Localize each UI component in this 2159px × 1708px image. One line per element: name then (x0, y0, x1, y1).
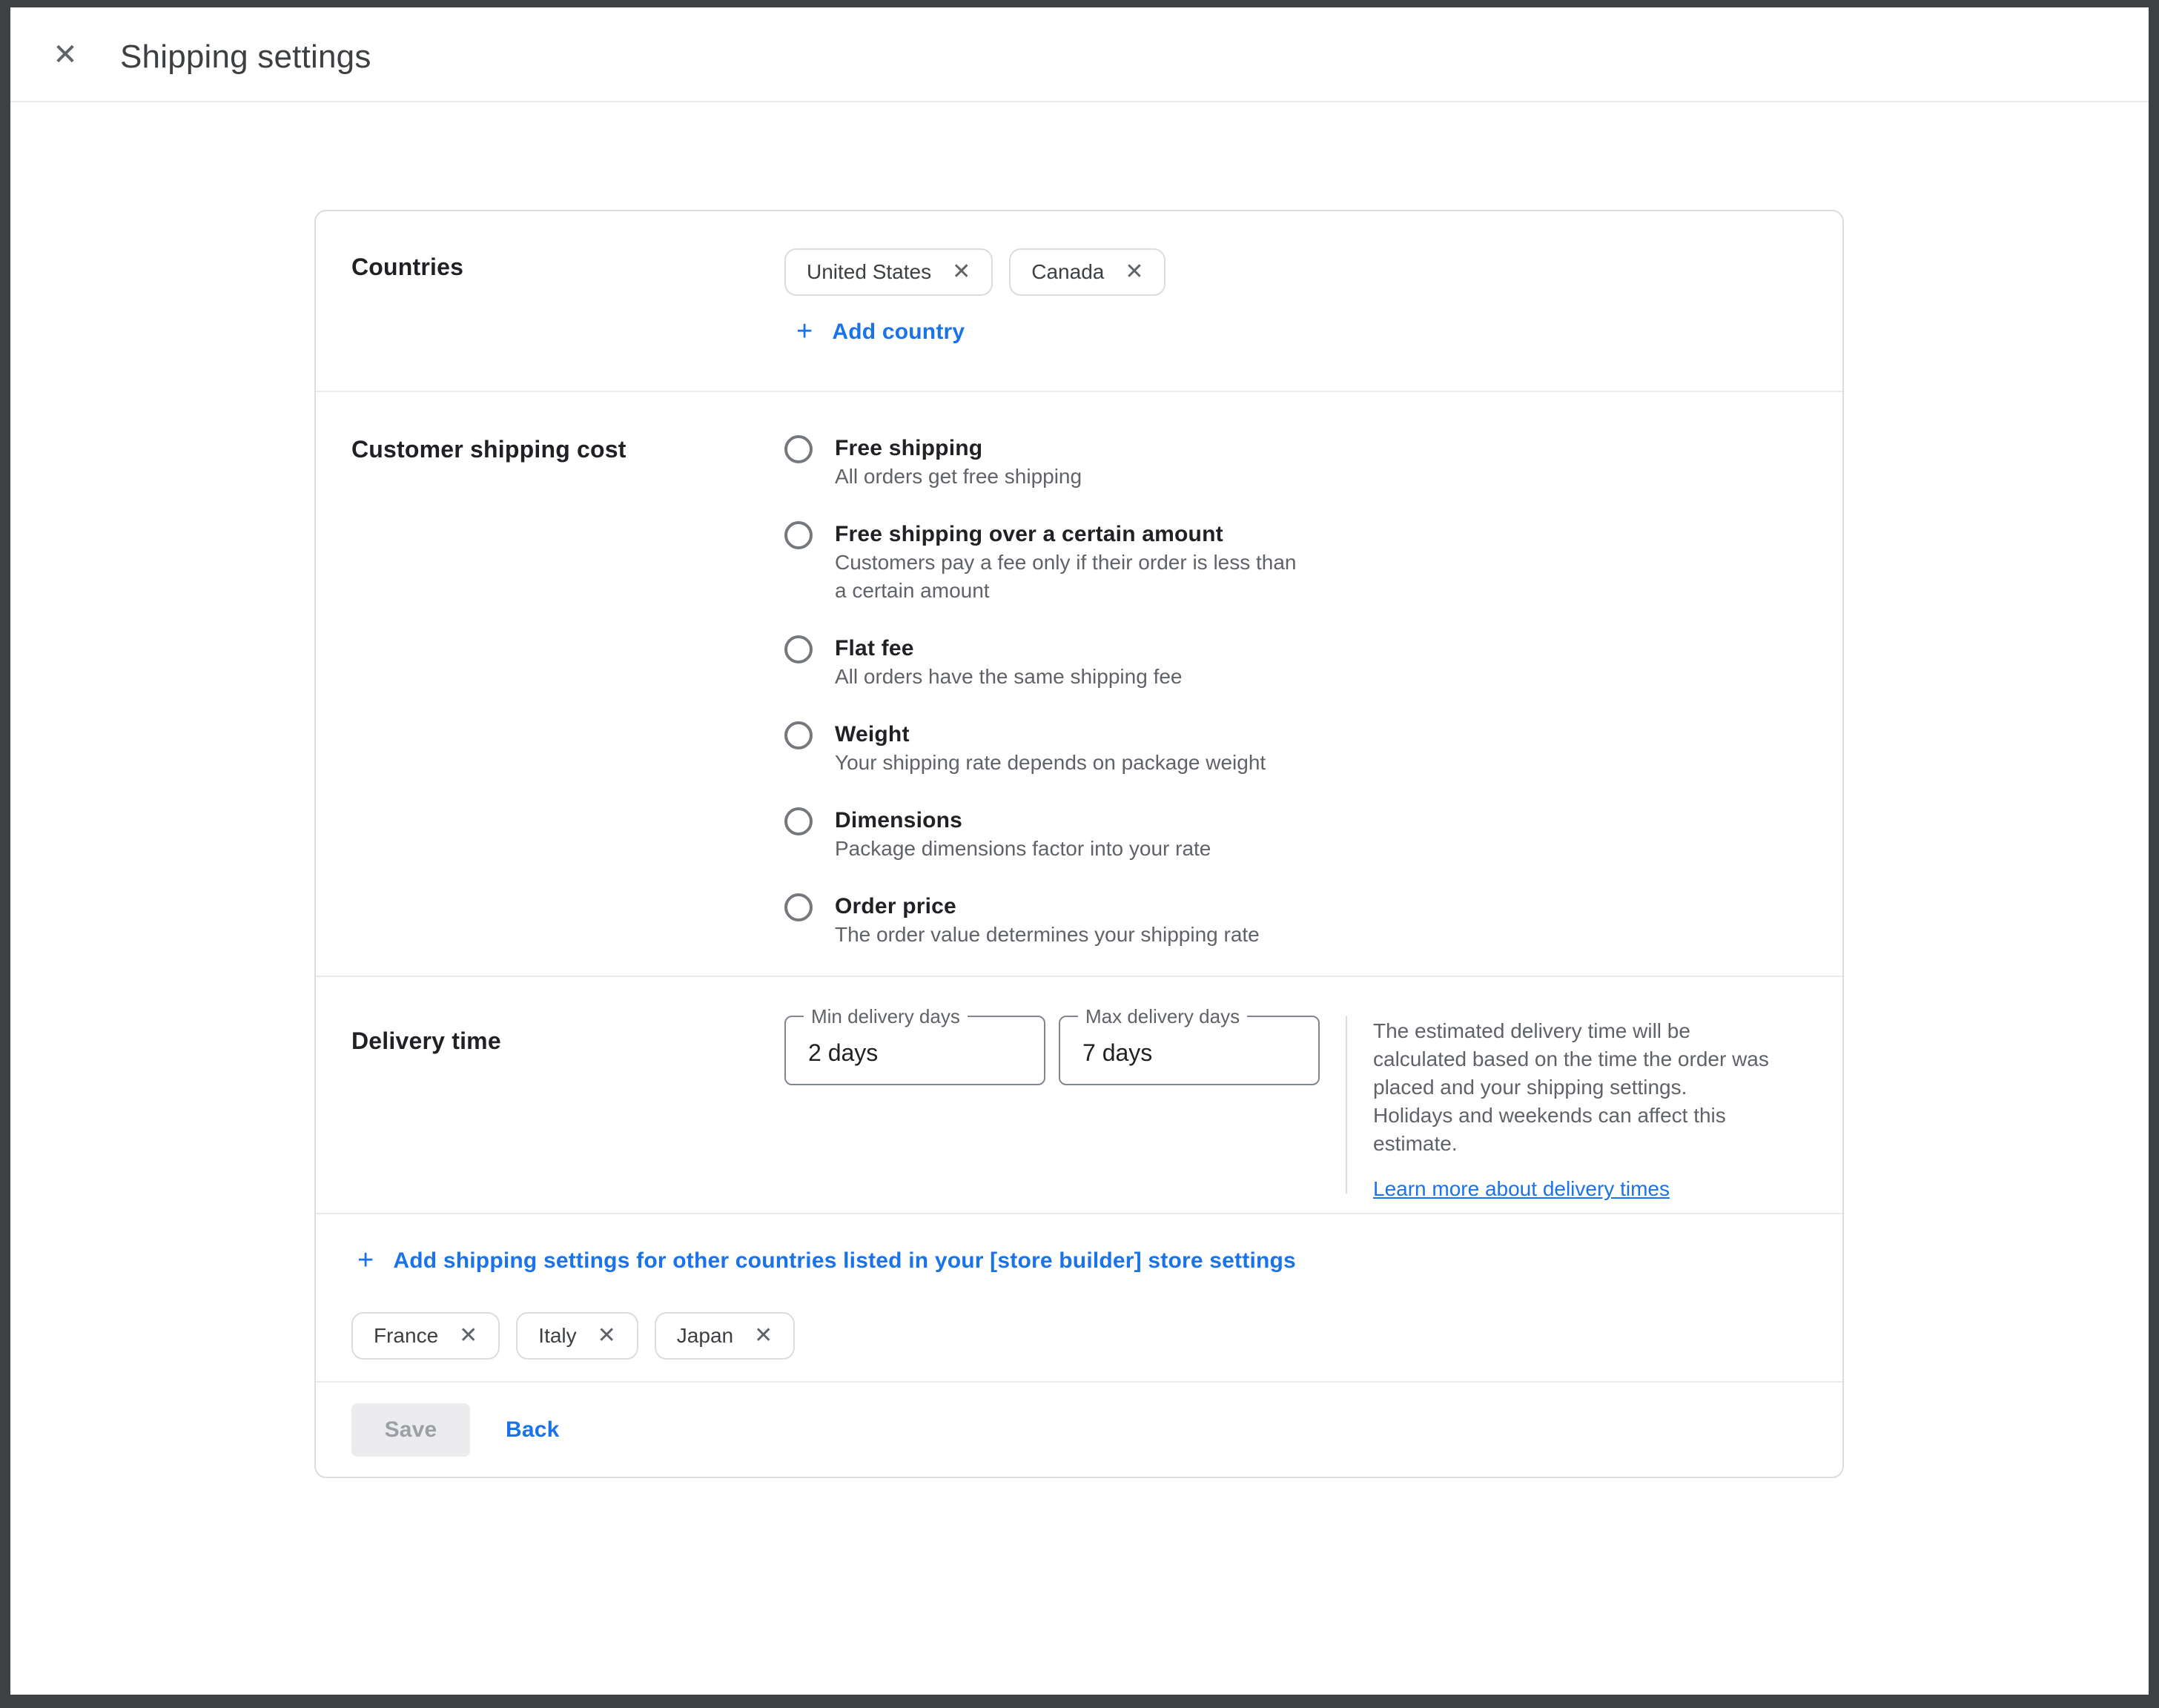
option-description: The order value determines your shipping… (835, 921, 1260, 949)
plus-icon: + (796, 317, 813, 345)
page-title: Shipping settings (120, 39, 371, 76)
max-delivery-days-input[interactable] (1060, 1017, 1318, 1084)
option-description: Your shipping rate depends on package we… (835, 749, 1266, 777)
country-chip-label: Italy (538, 1324, 576, 1348)
shipping-cost-option[interactable]: Free shipping over a certain amount Cust… (784, 520, 1807, 605)
option-label: Dimensions (835, 807, 1211, 835)
shipping-settings-card: Countries United States ✕ Canada ✕ (314, 210, 1844, 1478)
screenshot-border-top (0, 0, 2159, 7)
add-shipping-settings-label: Add shipping settings for other countrie… (393, 1248, 1296, 1274)
radio-button-icon[interactable] (784, 521, 813, 549)
shipping-cost-option[interactable]: Dimensions Package dimensions factor int… (784, 807, 1807, 863)
vertical-divider (1346, 1016, 1347, 1194)
screenshot-border-left (0, 0, 10, 1708)
country-chip[interactable]: Canada ✕ (1009, 248, 1166, 296)
option-description: All orders get free shipping (835, 463, 1082, 491)
option-description: Customers pay a fee only if their order … (835, 549, 1309, 605)
option-label: Weight (835, 721, 1266, 749)
shipping-cost-label: Customer shipping cost (351, 392, 784, 979)
other-countries-section: + Add shipping settings for other countr… (316, 1214, 1842, 1383)
country-chip-label: United States (807, 260, 931, 284)
shipping-cost-option[interactable]: Weight Your shipping rate depends on pac… (784, 721, 1807, 777)
country-chip-label: Japan (677, 1324, 733, 1348)
delivery-explainer: The estimated delivery time will be calc… (1373, 1016, 1788, 1201)
add-country-label: Add country (832, 320, 965, 345)
remove-country-icon[interactable]: ✕ (598, 1325, 616, 1347)
option-description: All orders have the same shipping fee (835, 663, 1183, 691)
screenshot-border-bottom (0, 1695, 2159, 1708)
delivery-explainer-text: The estimated delivery time will be calc… (1373, 1017, 1788, 1158)
save-button[interactable]: Save (351, 1403, 470, 1457)
remove-country-icon[interactable]: ✕ (952, 261, 971, 283)
radio-button-icon[interactable] (784, 807, 813, 835)
remove-country-icon[interactable]: ✕ (754, 1325, 773, 1347)
country-chip-label: France (374, 1324, 438, 1348)
country-chip[interactable]: Italy ✕ (516, 1312, 638, 1360)
option-label: Free shipping (835, 434, 1082, 463)
country-chip[interactable]: France ✕ (351, 1312, 500, 1360)
delivery-time-section: Delivery time Min delivery days Max deli… (316, 977, 1842, 1214)
max-delivery-days-field[interactable]: Max delivery days (1059, 1016, 1320, 1085)
country-chip[interactable]: United States ✕ (784, 248, 993, 296)
shipping-cost-option[interactable]: Order price The order value determines y… (784, 893, 1807, 949)
delivery-time-label: Delivery time (351, 977, 784, 1213)
shipping-cost-option[interactable]: Flat fee All orders have the same shippi… (784, 635, 1807, 691)
shipping-settings-dialog: ✕ Shipping settings Countries United Sta… (0, 0, 2159, 1708)
back-button[interactable]: Back (495, 1410, 570, 1450)
dialog-header: ✕ Shipping settings (0, 0, 2159, 102)
radio-button-icon[interactable] (784, 635, 813, 663)
learn-more-link[interactable]: Learn more about delivery times (1373, 1177, 1670, 1201)
remove-country-icon[interactable]: ✕ (1125, 261, 1143, 283)
country-chip-label: Canada (1031, 260, 1104, 284)
option-description: Package dimensions factor into your rate (835, 835, 1211, 863)
countries-section: Countries United States ✕ Canada ✕ (316, 211, 1842, 392)
countries-content: United States ✕ Canada ✕ + Add country (784, 211, 1807, 391)
countries-chip-row: United States ✕ Canada ✕ (784, 248, 1807, 296)
add-country-button[interactable]: + Add country (784, 312, 976, 352)
option-label: Free shipping over a certain amount (835, 520, 1309, 549)
shipping-cost-options: Free shipping All orders get free shippi… (784, 392, 1807, 979)
shipping-cost-option[interactable]: Free shipping All orders get free shippi… (784, 434, 1807, 491)
radio-button-icon[interactable] (784, 435, 813, 463)
radio-button-icon[interactable] (784, 721, 813, 749)
screenshot-border-right (2149, 0, 2159, 1708)
close-icon[interactable]: ✕ (44, 34, 86, 76)
add-shipping-settings-button[interactable]: + Add shipping settings for other countr… (345, 1241, 1308, 1281)
countries-label: Countries (351, 211, 784, 391)
min-delivery-days-input[interactable] (786, 1017, 1044, 1084)
option-label: Order price (835, 893, 1260, 921)
country-chip[interactable]: Japan ✕ (655, 1312, 795, 1360)
other-countries-chip-row: France ✕ Italy ✕ Japan ✕ (351, 1312, 1807, 1360)
radio-button-icon[interactable] (784, 893, 813, 921)
plus-icon: + (357, 1246, 374, 1274)
footer-actions: Save Back (316, 1383, 1842, 1477)
delivery-time-content: Min delivery days Max delivery days The … (784, 977, 1807, 1213)
option-label: Flat fee (835, 635, 1183, 663)
min-delivery-days-field[interactable]: Min delivery days (784, 1016, 1045, 1085)
shipping-cost-section: Customer shipping cost Free shipping All… (316, 392, 1842, 977)
remove-country-icon[interactable]: ✕ (459, 1325, 477, 1347)
